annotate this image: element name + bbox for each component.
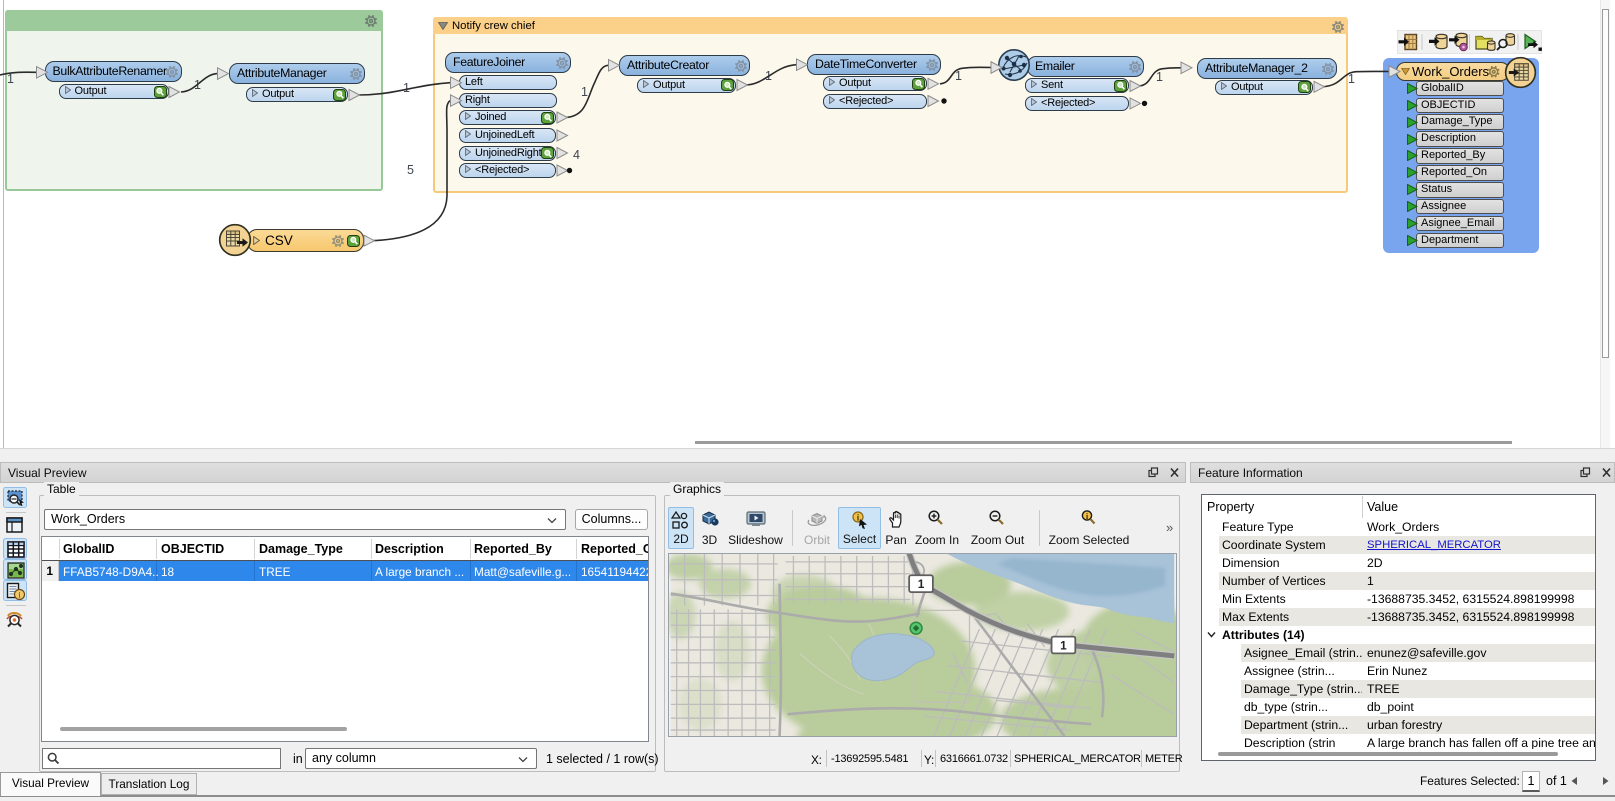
svg-text:1: 1 (1060, 638, 1067, 652)
svg-text:1: 1 (918, 577, 925, 591)
